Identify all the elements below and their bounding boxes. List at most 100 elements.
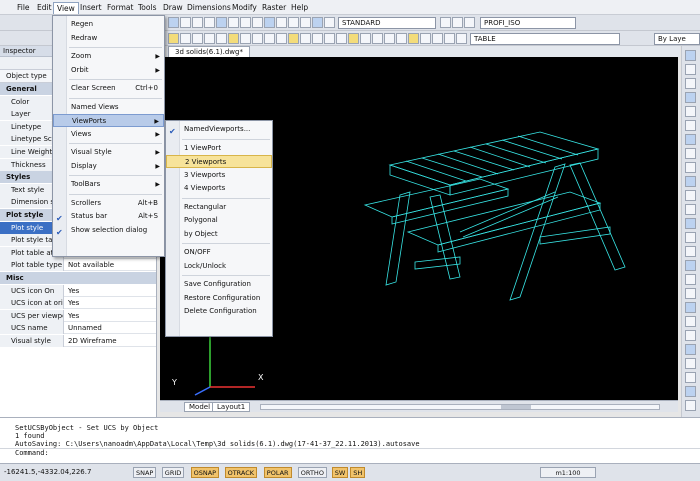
toolbar-tool-icon[interactable]: [192, 33, 203, 44]
menu-item-toolbars[interactable]: ToolBars ▶: [53, 178, 164, 191]
toolbar-tool-icon[interactable]: [192, 17, 203, 28]
menu-raster[interactable]: Raster: [259, 2, 289, 14]
menu-view[interactable]: View: [53, 2, 79, 14]
property-value[interactable]: Yes: [66, 310, 79, 322]
right-toolbar-icon[interactable]: [685, 400, 696, 411]
toolbar-tool-icon[interactable]: [252, 17, 263, 28]
menu-item-regen[interactable]: Regen: [53, 18, 164, 31]
right-toolbar-icon[interactable]: [685, 134, 696, 145]
tab-model[interactable]: Model: [184, 402, 216, 412]
toolbar-tool-icon[interactable]: [240, 33, 251, 44]
scale-field[interactable]: m1:100: [540, 467, 596, 478]
toolbar-tool-icon[interactable]: [168, 17, 179, 28]
menu-item-show-selection-dialog[interactable]: Show selection dialog ✔: [53, 224, 164, 237]
menu-item-visual-style[interactable]: Visual Style ▶: [53, 146, 164, 159]
toolbar-tool-icon[interactable]: [324, 17, 335, 28]
horizontal-scrollbar[interactable]: [260, 404, 660, 410]
command-line-panel[interactable]: SetUCSByObject - Set UCS by Object 1 fou…: [0, 417, 700, 463]
right-toolbar-icon[interactable]: [685, 246, 696, 257]
menu-item-display[interactable]: Display ▶: [53, 160, 164, 173]
property-value[interactable]: 2D Wireframe: [66, 335, 117, 347]
toolbar-tool-icon[interactable]: [384, 33, 395, 44]
right-toolbar-icon[interactable]: [685, 330, 696, 341]
toolbar-tool-icon[interactable]: [288, 33, 299, 44]
menu-item-views[interactable]: Views ▶: [53, 128, 164, 141]
status-toggle-ortho[interactable]: ORTHO: [297, 467, 327, 478]
menu-dimensions[interactable]: Dimensions: [184, 2, 234, 14]
right-toolbar-icon[interactable]: [685, 148, 696, 159]
scroll-thumb[interactable]: [501, 405, 531, 409]
toolbar-tool-icon[interactable]: [216, 33, 227, 44]
menu-item-2-viewports[interactable]: 2 Viewports: [166, 155, 272, 168]
style-tool-icon[interactable]: [440, 17, 451, 28]
right-toolbar-icon[interactable]: [685, 274, 696, 285]
toolbar-tool-icon[interactable]: [168, 33, 179, 44]
toolbar-tool-icon[interactable]: [180, 17, 191, 28]
right-toolbar-icon[interactable]: [685, 176, 696, 187]
status-toggle-osnap[interactable]: OSNAP: [190, 467, 220, 478]
right-toolbar-icon[interactable]: [685, 344, 696, 355]
toolbar-tool-icon[interactable]: [204, 17, 215, 28]
right-toolbar-icon[interactable]: [685, 106, 696, 117]
property-value[interactable]: Yes: [66, 297, 79, 309]
toolbar-tool-icon[interactable]: [288, 17, 299, 28]
status-toggle-sh[interactable]: SH: [350, 467, 366, 478]
right-toolbar-icon[interactable]: [685, 120, 696, 131]
menu-item-zoom[interactable]: Zoom ▶: [53, 50, 164, 63]
property-value[interactable]: Not available: [66, 259, 114, 271]
status-toggle-polar[interactable]: POLAR: [263, 467, 292, 478]
toolbar-tool-icon[interactable]: [216, 17, 227, 28]
menu-item-4-viewports[interactable]: 4 Viewports: [166, 182, 272, 195]
inspector-row[interactable]: Plot table type Not available: [0, 259, 156, 272]
right-toolbar-icon[interactable]: [685, 316, 696, 327]
menu-item-clear-screen[interactable]: Clear Screen Ctrl+0: [53, 82, 164, 95]
toolbar-tool-icon[interactable]: [276, 17, 287, 28]
menu-item-1-viewport[interactable]: 1 ViewPort: [166, 142, 272, 155]
status-toggle-grid[interactable]: GRID: [161, 467, 185, 478]
menu-item-scrollers[interactable]: Scrollers Alt+B: [53, 197, 164, 210]
right-toolbar-icon[interactable]: [685, 190, 696, 201]
menu-item-namedviewports[interactable]: NamedViewports... ✔: [166, 123, 272, 136]
toolbar-tool-icon[interactable]: [372, 33, 383, 44]
toolbar-tool-icon[interactable]: [324, 33, 335, 44]
menu-item-rectangular[interactable]: Rectangular: [166, 201, 272, 214]
style-tool-icon[interactable]: [452, 17, 463, 28]
right-toolbar-icon[interactable]: [685, 204, 696, 215]
right-toolbar-icon[interactable]: [685, 288, 696, 299]
inspector-row[interactable]: UCS name Unnamed: [0, 322, 156, 335]
right-toolbar-icon[interactable]: [685, 218, 696, 229]
menu-item-delete-configuration[interactable]: Delete Configuration: [166, 305, 272, 318]
right-toolbar-icon[interactable]: [685, 64, 696, 75]
menu-insert[interactable]: Insert: [77, 2, 105, 14]
menu-item-restore-configuration[interactable]: Restore Configuration: [166, 292, 272, 305]
toolbar-tool-icon[interactable]: [432, 33, 443, 44]
toolbar-tool-icon[interactable]: [408, 33, 419, 44]
toolbar-tool-icon[interactable]: [396, 33, 407, 44]
toolbar-tool-icon[interactable]: [228, 17, 239, 28]
toolbar-tool-icon[interactable]: [264, 17, 275, 28]
dim-style-combo[interactable]: PROFI_ISO: [480, 17, 576, 29]
menu-item-on-off[interactable]: ON/OFF: [166, 246, 272, 259]
menu-item-viewports[interactable]: ViewPorts ▶: [53, 114, 164, 127]
document-tab[interactable]: 3d solids(6.1).dwg*: [168, 46, 250, 57]
toolbar-tool-icon[interactable]: [456, 33, 467, 44]
menu-item-polygonal[interactable]: Polygonal: [166, 214, 272, 227]
right-toolbar-icon[interactable]: [685, 386, 696, 397]
menu-edit[interactable]: Edit: [34, 2, 55, 14]
status-toggle-sw[interactable]: SW: [331, 467, 349, 478]
menu-draw[interactable]: Draw: [160, 2, 186, 14]
toolbar-tool-icon[interactable]: [420, 33, 431, 44]
toolbar-tool-icon[interactable]: [300, 17, 311, 28]
right-toolbar-icon[interactable]: [685, 92, 696, 103]
status-toggle-otrack[interactable]: OTRACK: [224, 467, 258, 478]
inspector-row[interactable]: UCS per viewportYes: [0, 309, 156, 322]
menu-item-by-object[interactable]: by Object: [166, 228, 272, 241]
right-toolbar-icon[interactable]: [685, 372, 696, 383]
toolbar-tool-icon[interactable]: [300, 33, 311, 44]
status-toggle-snap[interactable]: SNAP: [133, 467, 157, 478]
right-toolbar-icon[interactable]: [685, 358, 696, 369]
toolbar-tool-icon[interactable]: [312, 33, 323, 44]
menu-item-lock-unlock[interactable]: Lock/Unlock: [166, 260, 272, 273]
toolbar-tool-icon[interactable]: [228, 33, 239, 44]
menu-modify[interactable]: Modify: [229, 2, 260, 14]
